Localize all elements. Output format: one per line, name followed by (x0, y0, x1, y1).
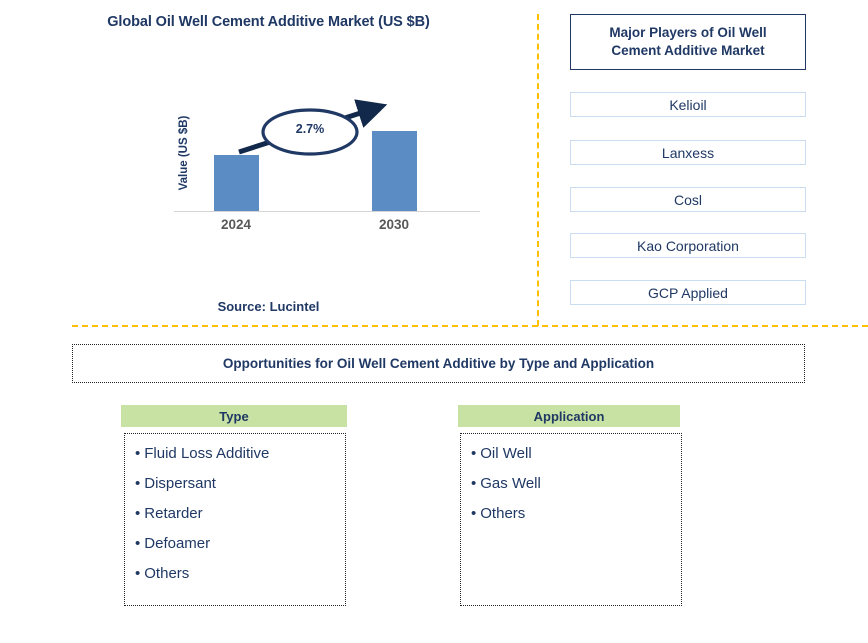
list-item-label: Gas Well (480, 475, 541, 492)
bullet-icon: • (471, 475, 477, 492)
list-item-label: Others (480, 505, 526, 522)
player-label: Lanxess (661, 144, 715, 161)
application-column-list: • Oil Well • Gas Well • Others (460, 433, 682, 606)
player-item[interactable]: Cosl (570, 187, 806, 212)
y-axis-label: Value (US $B) (178, 115, 190, 191)
list-item-label: Fluid Loss Additive (144, 445, 270, 462)
opportunities-banner: Opportunities for Oil Well Cement Additi… (72, 344, 805, 383)
bullet-icon: • (471, 445, 477, 462)
bullet-icon: • (135, 505, 141, 522)
cagr-value-label: 2.7% (295, 122, 325, 136)
bullet-icon: • (471, 505, 477, 522)
list-item: • Oil Well (471, 446, 681, 461)
player-item[interactable]: Lanxess (570, 140, 806, 165)
player-label: GCP Applied (648, 284, 728, 301)
list-item: • Others (471, 506, 681, 521)
player-item[interactable]: Kelioil (570, 92, 806, 117)
type-column-list: • Fluid Loss Additive • Dispersant • Retard… (124, 433, 346, 606)
list-item-label: Oil Well (480, 445, 532, 462)
player-label: Cosl (673, 191, 702, 208)
player-label: Kao Corporation (637, 237, 739, 254)
x-axis-line (174, 211, 480, 212)
vertical-divider (537, 14, 539, 326)
chart-title: Global Oil Well Cement Additive Market (… (107, 14, 430, 30)
type-column-header: Type (121, 405, 347, 427)
list-item-label: Defoamer (144, 535, 211, 552)
application-column-header: Application (458, 405, 680, 427)
list-item-label: Retarder (144, 505, 203, 522)
source-label: Source: Lucintel (217, 299, 320, 314)
player-label: Kelioil (669, 96, 707, 113)
list-item: • Defoamer (135, 536, 345, 551)
list-item: • Gas Well (471, 476, 681, 491)
list-item-label: Dispersant (144, 475, 216, 492)
bullet-icon: • (135, 565, 141, 582)
x-tick-label-2024: 2024 (220, 217, 252, 232)
x-tick-label-2030: 2030 (378, 217, 410, 232)
list-item: • Dispersant (135, 476, 345, 491)
player-item[interactable]: Kao Corporation (570, 233, 806, 258)
major-players-header: Major Players of Oil Well Cement Additiv… (570, 14, 806, 70)
bullet-icon: • (135, 535, 141, 552)
horizontal-divider (72, 325, 868, 327)
player-item[interactable]: GCP Applied (570, 280, 806, 305)
players-header-line-1: Major Players of Oil Well (609, 24, 767, 40)
bullet-icon: • (135, 445, 141, 462)
list-item-label: Others (144, 565, 190, 582)
bullet-icon: • (135, 475, 141, 492)
list-item: • Retarder (135, 506, 345, 521)
list-item: • Others (135, 566, 345, 581)
bar-chart: Value (US $B) 2024 2030 2.7% (160, 95, 480, 245)
players-header-line-2: Cement Additive Market (611, 43, 765, 58)
list-item: • Fluid Loss Additive (135, 446, 345, 461)
